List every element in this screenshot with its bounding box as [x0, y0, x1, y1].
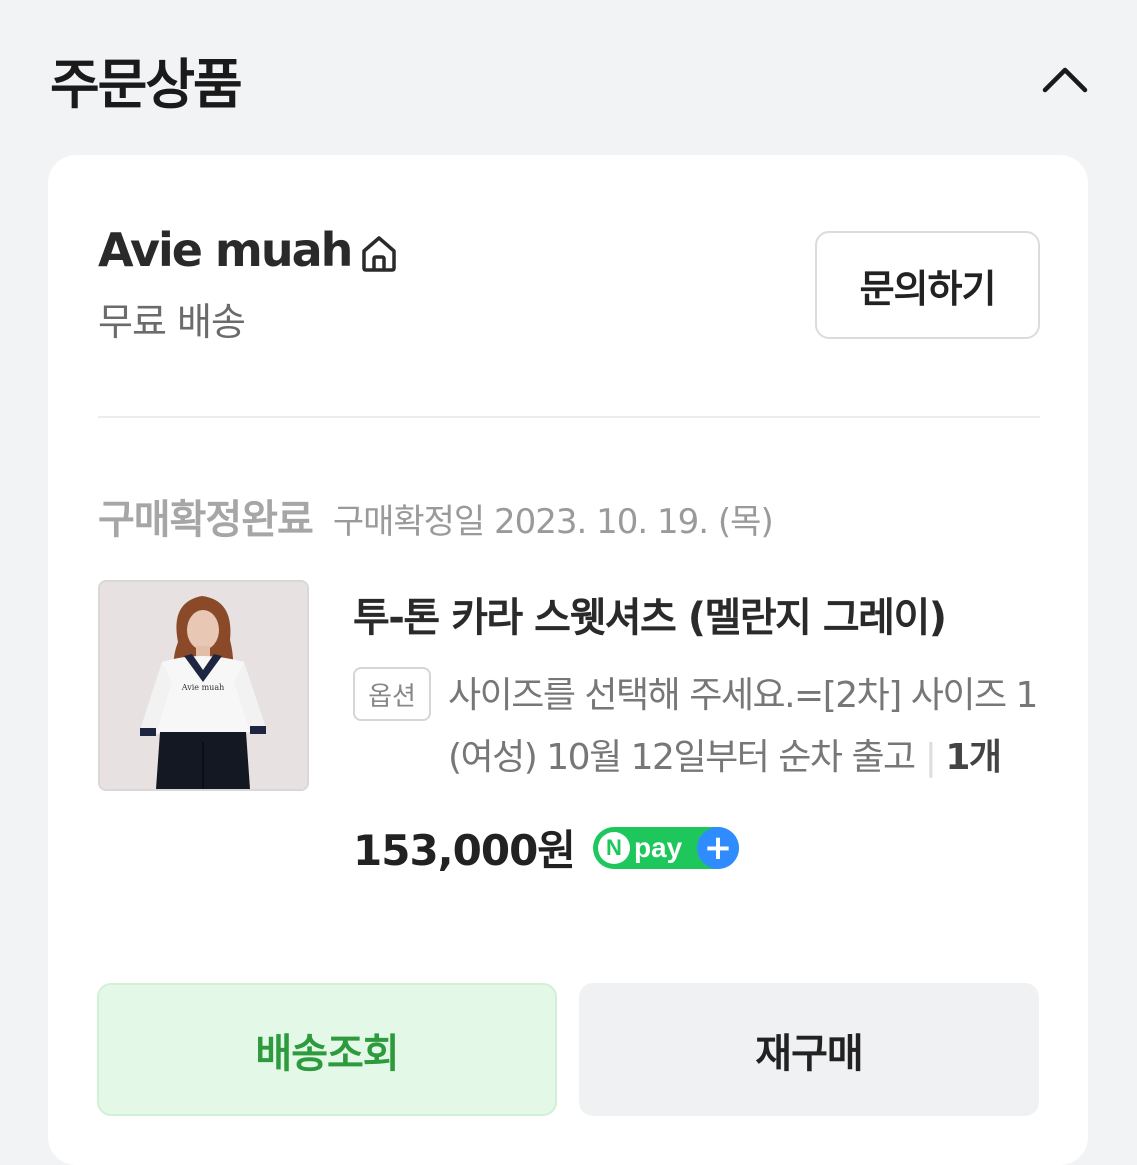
product-info: 투-톤 카라 스웻셔츠 (멜란지 그레이) 옵션 사이즈를 선택해 주세요.=[…	[353, 585, 1053, 878]
npay-label: pay	[633, 831, 683, 863]
shirt-print: Avie muah	[181, 683, 224, 692]
rebuy-button[interactable]: 재구매	[579, 983, 1039, 1116]
option-badge: 옵션	[353, 667, 431, 721]
confirm-date: 구매확정일 2023. 10. 19. (목)	[332, 502, 774, 542]
order-status: 구매확정완료	[98, 497, 314, 543]
order-status-row: 구매확정완료 구매확정일 2023. 10. 19. (목)	[98, 487, 774, 545]
option-block: 옵션 사이즈를 선택해 주세요.=[2차] 사이즈 1 (여성) 10월 12일…	[353, 665, 1053, 789]
seller-name[interactable]: Avie muah	[98, 223, 353, 277]
collapse-button[interactable]	[1040, 54, 1090, 104]
product-price: 153,000원	[353, 826, 576, 875]
npay-plus-badge: N pay +	[592, 826, 739, 869]
seller-info: Avie muah 무료 배송	[98, 223, 399, 346]
divider	[98, 416, 1040, 418]
chevron-up-icon	[1042, 67, 1088, 93]
product-thumbnail[interactable]: Avie muah	[98, 580, 309, 791]
npay-n-icon: N	[597, 831, 630, 864]
home-icon[interactable]	[359, 233, 399, 273]
quantity-separator: |	[924, 737, 937, 778]
product-photo: Avie muah	[100, 582, 307, 789]
shipping-info: 무료 배송	[98, 300, 246, 344]
plus-icon: +	[696, 826, 739, 869]
price-row: 153,000원 N pay +	[353, 817, 1053, 878]
section-title: 주문상품	[50, 53, 243, 116]
quantity: 1개	[945, 737, 1002, 778]
track-delivery-button[interactable]: 배송조회	[97, 983, 557, 1116]
option-text: 사이즈를 선택해 주세요.=[2차] 사이즈 1 (여성) 10월 12일부터 …	[448, 665, 1053, 789]
order-card: Avie muah 무료 배송 문의하기 구매확정완료 구매확정일 2023. …	[48, 155, 1088, 1165]
inquiry-button[interactable]: 문의하기	[815, 231, 1040, 339]
product-name[interactable]: 투-톤 카라 스웻셔츠 (멜란지 그레이)	[353, 585, 1053, 643]
section-header: 주문상품	[50, 40, 1090, 120]
